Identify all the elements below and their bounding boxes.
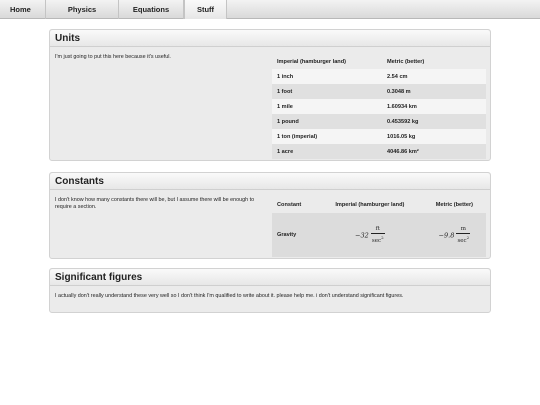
fraction-numerator: m <box>456 226 471 234</box>
nav-stuff[interactable]: Stuff <box>184 0 227 19</box>
imperial-cell: 1 foot <box>272 84 382 99</box>
imperial-cell: 1 pound <box>272 114 382 129</box>
fraction-denominator: sec2 <box>456 234 470 245</box>
imperial-cell: 1 acre <box>272 144 382 159</box>
sigfigs-title: Significant figures <box>50 269 490 286</box>
table-row: Gravity −32 ft sec2 −9.8 m sec2 <box>272 213 486 257</box>
nav-physics[interactable]: Physics <box>46 0 119 19</box>
metric-coefficient: −9.8 <box>438 231 455 239</box>
table-row: 1 acre 4046.86 km² <box>272 144 486 159</box>
units-table: Imperial (hamburger land) Metric (better… <box>272 54 486 159</box>
units-description: I'm just going to put this here because … <box>55 54 171 60</box>
constants-table: Constant Imperial (hamburger land) Metri… <box>272 197 486 257</box>
metric-cell: 4046.86 km² <box>382 144 486 159</box>
metric-cell: 2.54 cm <box>382 69 486 84</box>
table-row: 1 ton (imperial) 1016.05 kg <box>272 129 486 144</box>
constants-description: I don't know how many constants there wi… <box>55 197 255 210</box>
column-header: Imperial (hamburger land) <box>272 54 382 69</box>
imperial-coefficient: −32 <box>355 231 369 239</box>
column-header: Metric (better) <box>382 54 486 69</box>
imperial-value: −32 ft sec2 <box>317 213 423 257</box>
top-nav: Home Physics Equations Stuff <box>0 0 540 19</box>
fraction-numerator: ft <box>370 226 385 234</box>
constant-name: Gravity <box>272 213 317 257</box>
metric-cell: 0.3048 m <box>382 84 486 99</box>
table-row: 1 mile 1.60934 km <box>272 99 486 114</box>
constants-panel: Constants I don't know how many constant… <box>49 172 491 259</box>
fraction-denominator: sec2 <box>371 234 385 245</box>
column-header: Metric (better) <box>422 197 486 213</box>
metric-cell: 1016.05 kg <box>382 129 486 144</box>
table-header-row: Constant Imperial (hamburger land) Metri… <box>272 197 486 213</box>
metric-unit-fraction: m sec2 <box>456 226 471 245</box>
nav-home[interactable]: Home <box>0 0 46 19</box>
constants-title: Constants <box>50 173 490 190</box>
imperial-cell: 1 inch <box>272 69 382 84</box>
column-header: Constant <box>272 197 317 213</box>
nav-equations[interactable]: Equations <box>119 0 184 19</box>
table-row: 1 foot 0.3048 m <box>272 84 486 99</box>
sigfigs-panel: Significant figures I actually don't rea… <box>49 268 491 313</box>
exponent: 2 <box>381 234 384 240</box>
imperial-cell: 1 ton (imperial) <box>272 129 382 144</box>
unit-text: sec <box>457 237 467 244</box>
unit-text: sec <box>371 237 382 244</box>
table-header-row: Imperial (hamburger land) Metric (better… <box>272 54 486 69</box>
imperial-unit-fraction: ft sec2 <box>370 226 385 245</box>
column-header: Imperial (hamburger land) <box>317 197 423 213</box>
table-row: 1 pound 0.453592 kg <box>272 114 486 129</box>
metric-cell: 0.453592 kg <box>382 114 486 129</box>
imperial-cell: 1 mile <box>272 99 382 114</box>
sigfigs-description: I actually don't really understand these… <box>55 293 404 299</box>
exponent: 2 <box>466 234 470 240</box>
metric-cell: 1.60934 km <box>382 99 486 114</box>
units-title: Units <box>50 30 490 47</box>
units-panel: Units I'm just going to put this here be… <box>49 29 491 161</box>
metric-value: −9.8 m sec2 <box>422 213 486 257</box>
table-row: 1 inch 2.54 cm <box>272 69 486 84</box>
